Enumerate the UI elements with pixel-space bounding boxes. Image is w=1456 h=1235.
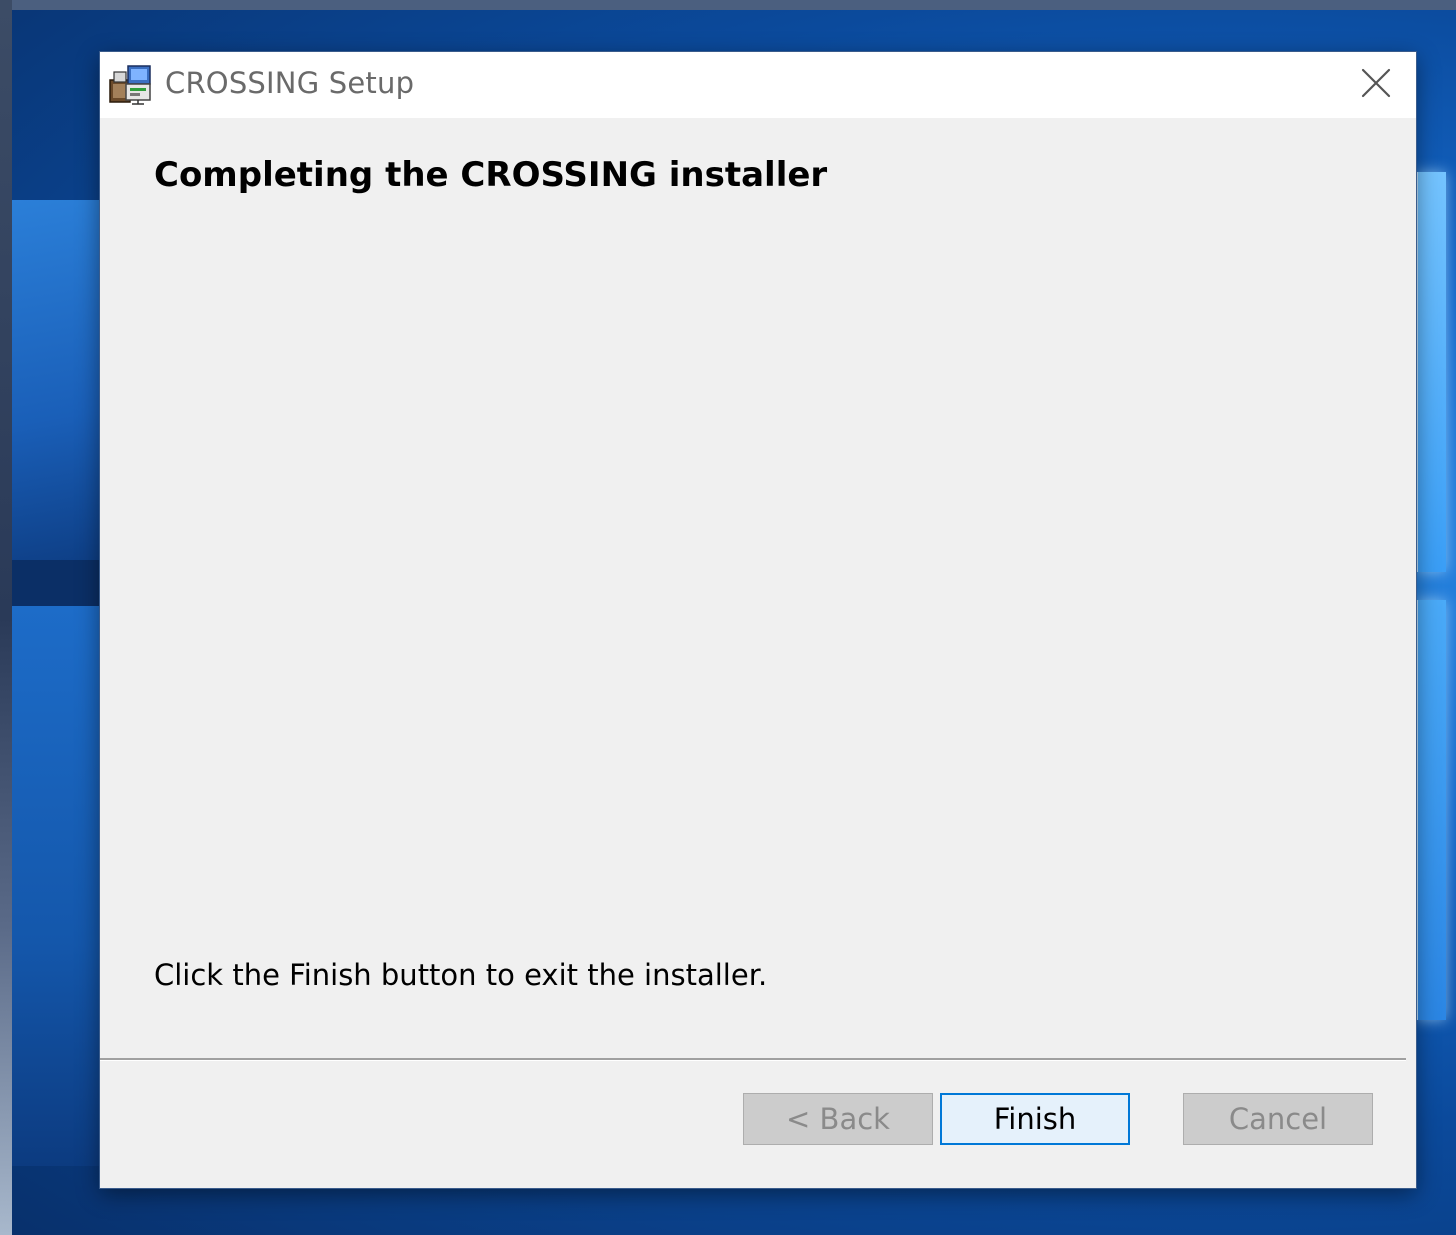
setup-dialog: CROSSING Setup Completing the CROSSING i… bbox=[100, 52, 1416, 1188]
title-bar[interactable]: CROSSING Setup bbox=[100, 52, 1416, 118]
back-button[interactable]: < Back bbox=[743, 1093, 933, 1145]
dialog-body: Completing the CROSSING installer Click … bbox=[100, 118, 1416, 1188]
instruction-text: Click the Finish button to exit the inst… bbox=[154, 958, 768, 992]
desktop-left-edge bbox=[0, 0, 12, 1235]
desktop-wallpaper-light-streak bbox=[12, 200, 102, 560]
desktop-wallpaper-window-pane bbox=[1416, 172, 1446, 572]
footer-divider bbox=[100, 1058, 1406, 1061]
desktop-wallpaper-window-pane bbox=[1416, 600, 1446, 1020]
cancel-button[interactable]: Cancel bbox=[1183, 1093, 1373, 1145]
desktop-wallpaper-dark-band bbox=[12, 560, 102, 606]
installer-package-icon bbox=[108, 62, 154, 106]
page-title: Completing the CROSSING installer bbox=[154, 155, 828, 195]
window-title: CROSSING Setup bbox=[165, 66, 415, 100]
finish-button[interactable]: Finish bbox=[940, 1093, 1130, 1145]
desktop-wallpaper-lower-streak bbox=[12, 606, 102, 1166]
close-icon bbox=[1360, 67, 1392, 103]
close-button[interactable] bbox=[1346, 60, 1406, 110]
